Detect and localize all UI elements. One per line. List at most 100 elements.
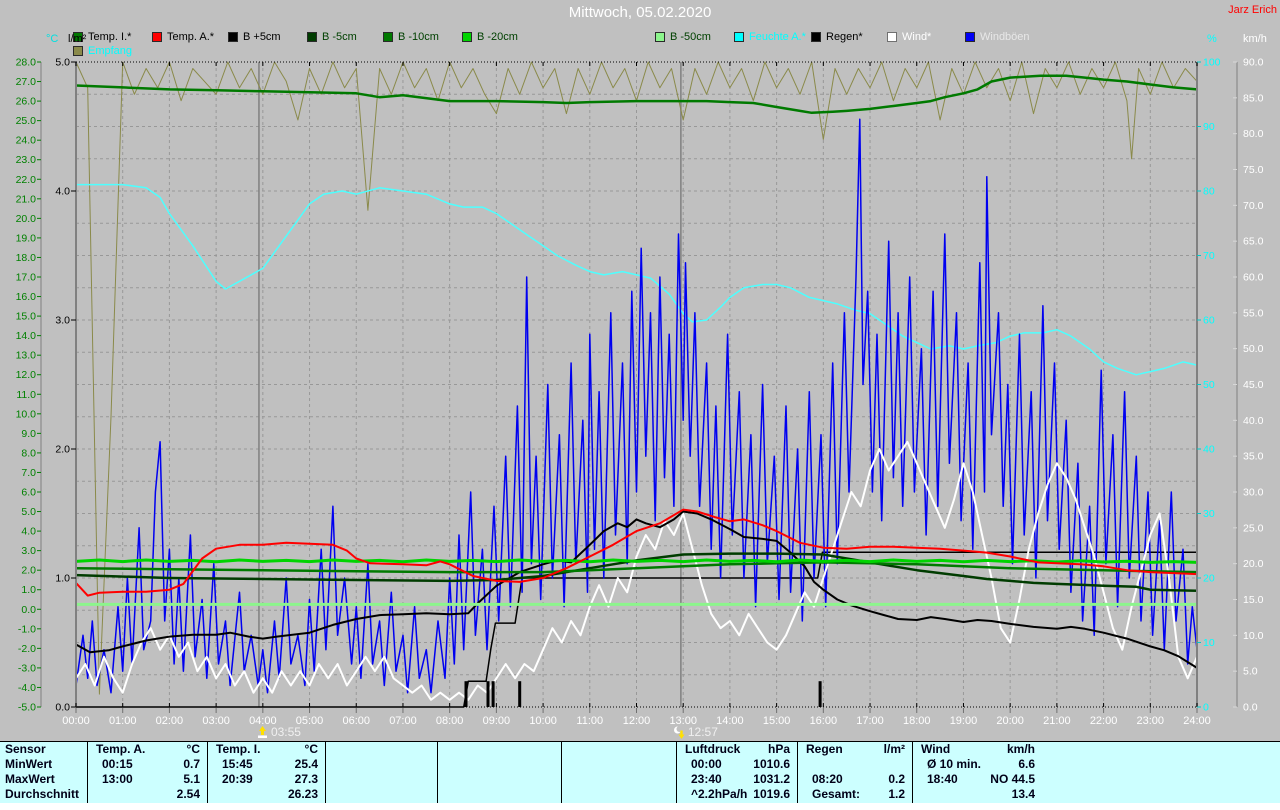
svg-text:27.0: 27.0 xyxy=(16,76,37,88)
table-col-wind: Windkm/h Ø 10 min.6.6 18:40NO 44.5 13.4 xyxy=(912,742,1043,804)
svg-text:18:00: 18:00 xyxy=(903,715,931,727)
svg-text:02:00: 02:00 xyxy=(156,715,184,727)
svg-text:23.0: 23.0 xyxy=(16,154,37,166)
svg-text:6.0: 6.0 xyxy=(21,487,36,499)
svg-text:28.0: 28.0 xyxy=(16,57,37,69)
temp-axis-labels: 28.027.026.025.024.023.022.021.020.019.0… xyxy=(16,57,41,714)
svg-text:20: 20 xyxy=(1203,573,1215,585)
svg-text:16.0: 16.0 xyxy=(16,291,37,303)
svg-text:4.0: 4.0 xyxy=(21,526,36,538)
svg-text:5.0: 5.0 xyxy=(1243,666,1258,678)
svg-text:07:00: 07:00 xyxy=(389,715,417,727)
table-col-regen: Regenl/m² 08:200.2 Gesamt:1.2 xyxy=(797,742,913,804)
svg-text:0.0: 0.0 xyxy=(21,604,36,616)
weather-chart: 00:0001:0002:0003:0004:0005:0006:0007:00… xyxy=(0,0,1280,745)
svg-text:19:00: 19:00 xyxy=(950,715,978,727)
table-col-empty-3 xyxy=(561,742,677,804)
svg-text:80: 80 xyxy=(1203,186,1215,198)
svg-text:20:00: 20:00 xyxy=(996,715,1024,727)
table-col-empty-2 xyxy=(437,742,562,804)
svg-text:70.0: 70.0 xyxy=(1243,200,1264,212)
series-regen-bars xyxy=(465,681,822,707)
svg-text:10:00: 10:00 xyxy=(529,715,557,727)
astro-marker-1: 03:55 xyxy=(256,725,301,739)
svg-text:01:00: 01:00 xyxy=(109,715,137,727)
svg-text:18.0: 18.0 xyxy=(16,252,37,264)
moonrise-icon xyxy=(256,726,269,739)
astro-marker-time: 12:57 xyxy=(688,725,718,739)
svg-text:13.0: 13.0 xyxy=(16,350,37,362)
astro-marker-time: 03:55 xyxy=(271,725,301,739)
svg-text:15:00: 15:00 xyxy=(763,715,791,727)
svg-text:7.0: 7.0 xyxy=(21,467,36,479)
table-col-temp-a: Temp. A.°C 00:150.7 13:005.1 2.54 xyxy=(87,742,208,804)
table-row-labels: Sensor MinWert MaxWert Durchschnitt xyxy=(0,742,87,804)
x-axis-labels: 00:0001:0002:0003:0004:0005:0006:0007:00… xyxy=(62,715,1211,727)
series-empfang xyxy=(76,62,1197,694)
svg-text:-3.0: -3.0 xyxy=(18,662,36,674)
svg-text:12:00: 12:00 xyxy=(623,715,651,727)
svg-text:10.0: 10.0 xyxy=(1243,630,1264,642)
svg-text:2.0: 2.0 xyxy=(55,444,70,456)
svg-text:9.0: 9.0 xyxy=(21,428,36,440)
svg-text:03:00: 03:00 xyxy=(202,715,230,727)
series-regen-kumuliert xyxy=(76,552,1197,707)
svg-text:-1.0: -1.0 xyxy=(18,623,36,635)
svg-text:14:00: 14:00 xyxy=(716,715,744,727)
rain-axis-labels: 5.04.03.02.01.00.0 xyxy=(55,57,76,714)
svg-text:11:00: 11:00 xyxy=(576,715,603,727)
percent-axis-labels: 1009080706050403020100 xyxy=(1197,57,1221,714)
astro-marker-2: 12:57 xyxy=(673,725,718,739)
svg-text:23:00: 23:00 xyxy=(1137,715,1165,727)
weather-station-screen: Mittwoch, 05.02.2020 Jarz Erich Temp. I.… xyxy=(0,0,1280,810)
svg-text:17.0: 17.0 xyxy=(16,272,37,284)
svg-text:08:00: 08:00 xyxy=(436,715,464,727)
svg-text:45.0: 45.0 xyxy=(1243,379,1264,391)
table-col-luftdruck: LuftdruckhPa 00:001010.6 23:401031.2 ^2.… xyxy=(676,742,798,804)
svg-text:70: 70 xyxy=(1203,250,1215,262)
svg-text:1.0: 1.0 xyxy=(55,573,70,585)
svg-text:0.0: 0.0 xyxy=(55,702,70,714)
svg-text:12.0: 12.0 xyxy=(16,369,37,381)
svg-text:30.0: 30.0 xyxy=(1243,487,1264,499)
table-col-temp-i: Temp. I.°C 15:4525.4 20:3927.3 26.23 xyxy=(207,742,326,804)
svg-text:30: 30 xyxy=(1203,508,1215,520)
svg-text:55.0: 55.0 xyxy=(1243,307,1264,319)
svg-text:21.0: 21.0 xyxy=(16,193,37,205)
svg-text:3.0: 3.0 xyxy=(55,315,70,327)
svg-text:90.0: 90.0 xyxy=(1243,57,1264,69)
svg-text:24.0: 24.0 xyxy=(16,135,37,147)
svg-text:11.0: 11.0 xyxy=(16,389,36,401)
svg-text:25.0: 25.0 xyxy=(1243,522,1264,534)
svg-text:16:00: 16:00 xyxy=(810,715,838,727)
svg-text:3.0: 3.0 xyxy=(21,545,36,557)
svg-text:22:00: 22:00 xyxy=(1090,715,1118,727)
kmh-axis-labels: 90.085.080.075.070.065.060.055.050.045.0… xyxy=(1233,57,1264,714)
svg-text:20.0: 20.0 xyxy=(1243,558,1264,570)
svg-text:22.0: 22.0 xyxy=(16,174,37,186)
svg-text:90: 90 xyxy=(1203,121,1215,133)
svg-text:25.0: 25.0 xyxy=(16,115,37,127)
svg-text:26.0: 26.0 xyxy=(16,96,37,108)
svg-text:17:00: 17:00 xyxy=(856,715,884,727)
svg-text:09:00: 09:00 xyxy=(483,715,511,727)
svg-text:35.0: 35.0 xyxy=(1243,451,1264,463)
svg-text:1.0: 1.0 xyxy=(21,584,36,596)
svg-text:50.0: 50.0 xyxy=(1243,343,1264,355)
svg-text:15.0: 15.0 xyxy=(16,311,37,323)
stats-table: Sensor MinWert MaxWert Durchschnitt Temp… xyxy=(0,741,1280,804)
svg-text:10: 10 xyxy=(1203,637,1215,649)
svg-text:5.0: 5.0 xyxy=(55,57,70,69)
svg-text:65.0: 65.0 xyxy=(1243,236,1264,248)
svg-text:0.0: 0.0 xyxy=(1243,702,1258,714)
svg-text:-5.0: -5.0 xyxy=(18,702,36,714)
svg-text:5.0: 5.0 xyxy=(21,506,36,518)
svg-text:00:00: 00:00 xyxy=(62,715,90,727)
svg-text:20.0: 20.0 xyxy=(16,213,37,225)
svg-text:75.0: 75.0 xyxy=(1243,164,1264,176)
table-col-empty-1 xyxy=(325,742,438,804)
svg-text:8.0: 8.0 xyxy=(21,447,36,459)
svg-text:85.0: 85.0 xyxy=(1243,92,1264,104)
svg-text:-2.0: -2.0 xyxy=(18,643,36,655)
svg-text:60.0: 60.0 xyxy=(1243,272,1264,284)
